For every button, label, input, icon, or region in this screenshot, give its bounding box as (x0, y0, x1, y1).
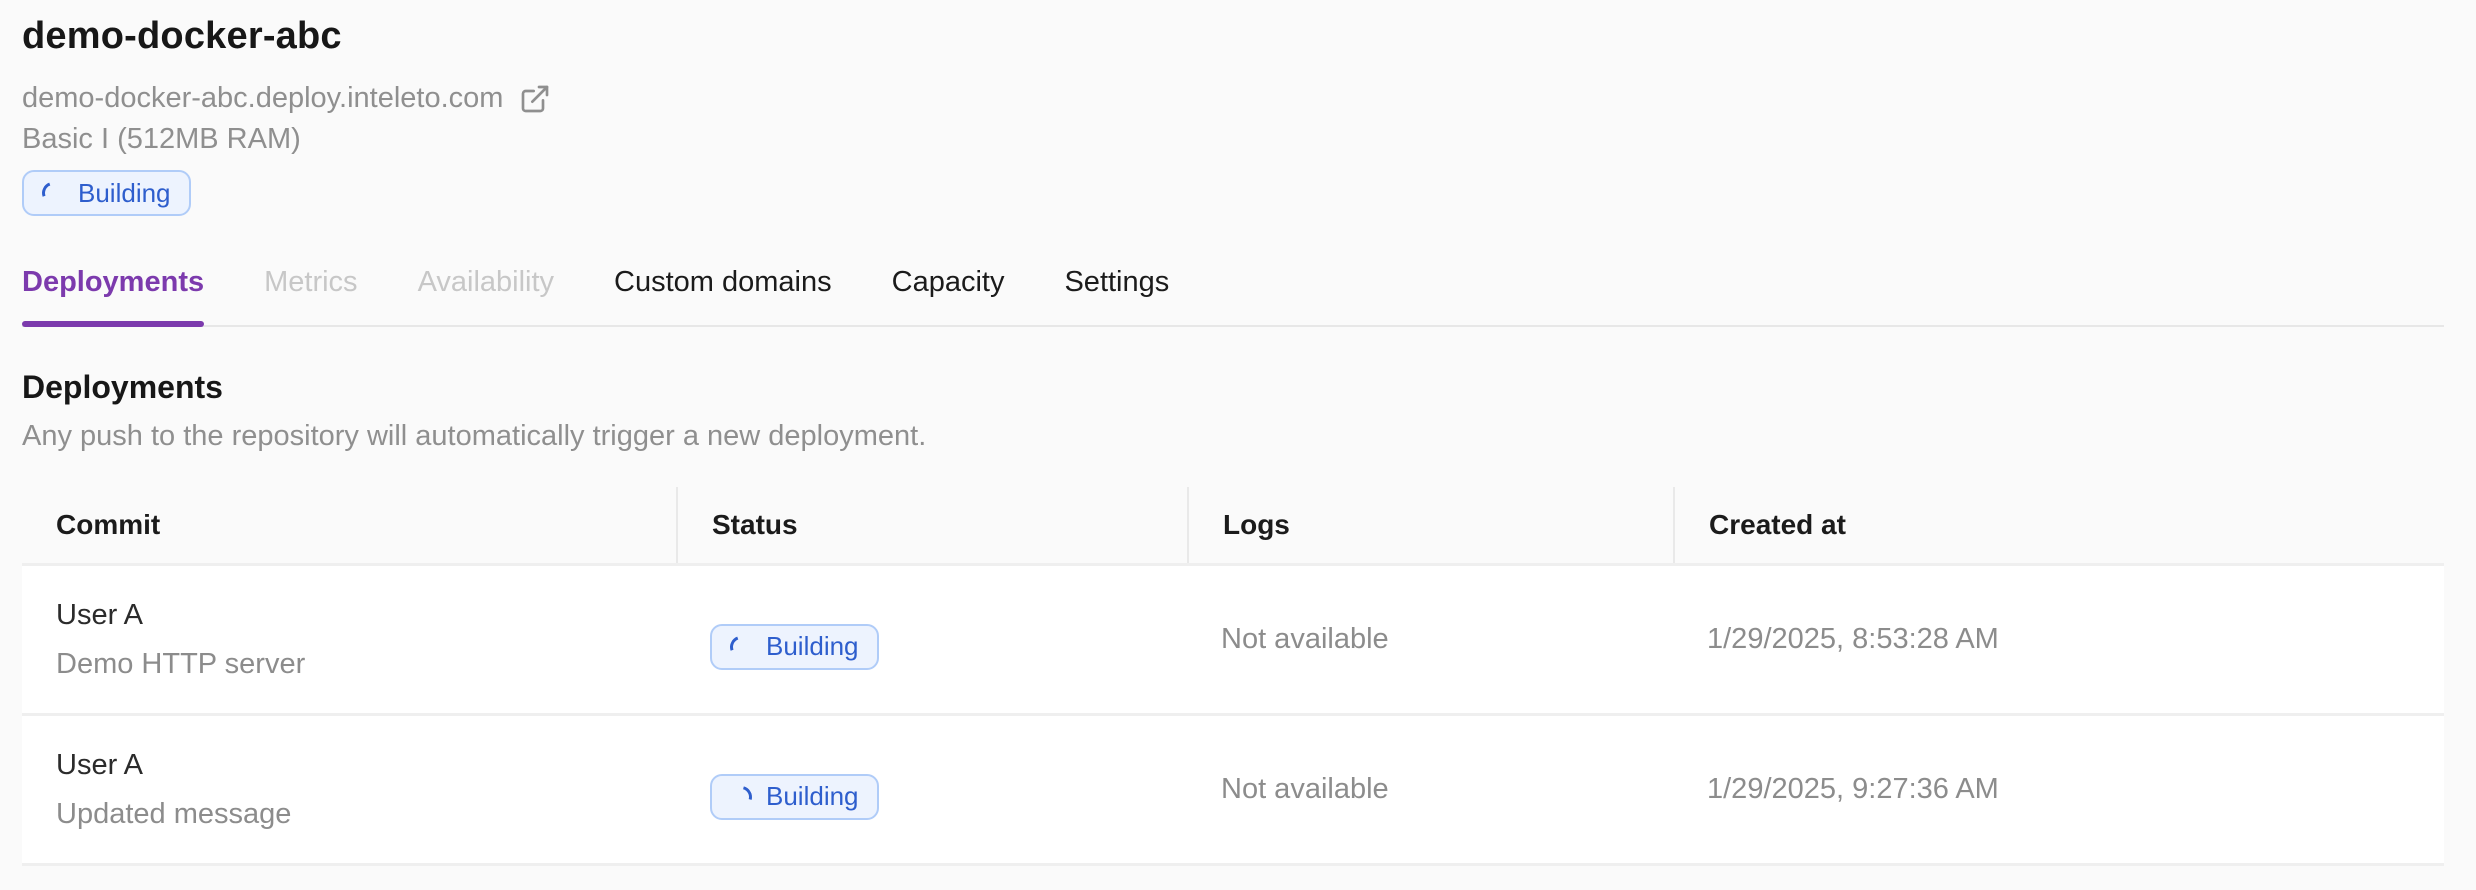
commit-message: Updated message (56, 797, 292, 830)
column-header-logs: Logs (1187, 487, 1673, 563)
commit-message: Demo HTTP server (56, 647, 306, 680)
app-url-row: demo-docker-abc.deploy.inteleto.com (22, 82, 2444, 115)
status-badge: Building (22, 170, 191, 216)
deployments-table: Commit Status Logs Created at User A Dem… (22, 487, 2444, 866)
tab-custom-domains[interactable]: Custom domains (614, 266, 832, 325)
status-badge: Building (710, 773, 879, 820)
created-at-cell: 1/29/2025, 9:27:36 AM (1707, 773, 1999, 805)
status-cell: Building (676, 716, 1187, 863)
tab-availability[interactable]: Availability (418, 266, 554, 325)
tab-capacity[interactable]: Capacity (892, 266, 1005, 325)
table-body: User A Demo HTTP server Building Not ava… (22, 563, 2444, 866)
column-header-status: Status (676, 487, 1187, 563)
spinner-icon (725, 781, 757, 812)
tab-settings[interactable]: Settings (1064, 266, 1169, 325)
commit-cell: User A Demo HTTP server (22, 566, 676, 713)
tab-metrics[interactable]: Metrics (264, 266, 357, 325)
page-title: demo-docker-abc (22, 15, 342, 57)
spinner-icon (38, 178, 68, 208)
status-badge-label: Building (78, 177, 171, 208)
app-header: demo-docker-abc demo-docker-abc.deploy.i… (22, 12, 2444, 216)
app-url-link[interactable]: demo-docker-abc.deploy.inteleto.com (22, 82, 503, 115)
status-cell: Building (676, 566, 1187, 713)
plan-label: Basic I (512MB RAM) (22, 123, 301, 155)
column-header-commit: Commit (56, 509, 161, 540)
table-row[interactable]: User A Updated message Building Not avai… (22, 716, 2444, 866)
status-badge-label: Building (766, 631, 859, 661)
table-header: Commit Status Logs Created at (22, 487, 2444, 563)
section-description: Any push to the repository will automati… (22, 420, 927, 452)
external-link-icon[interactable] (519, 83, 551, 115)
commit-cell: User A Updated message (22, 716, 676, 863)
logs-cell: Not available (1221, 773, 1389, 805)
column-header-created-at: Created at (1673, 487, 2444, 563)
status-badge: Building (710, 623, 879, 670)
app-root: demo-docker-abc demo-docker-abc.deploy.i… (0, 0, 2476, 866)
logs-cell: Not available (1221, 623, 1389, 655)
status-badge-label: Building (766, 781, 859, 811)
commit-author: User A (56, 748, 144, 781)
section-title: Deployments (22, 369, 223, 405)
commit-author: User A (56, 598, 144, 631)
tab-bar: Deployments Metrics Availability Custom … (22, 266, 2444, 327)
tab-deployments[interactable]: Deployments (22, 266, 205, 327)
table-row[interactable]: User A Demo HTTP server Building Not ava… (22, 566, 2444, 716)
created-at-cell: 1/29/2025, 8:53:28 AM (1707, 623, 1999, 655)
deployments-section: Deployments Any push to the repository w… (22, 369, 2444, 866)
spinner-icon (726, 631, 756, 662)
